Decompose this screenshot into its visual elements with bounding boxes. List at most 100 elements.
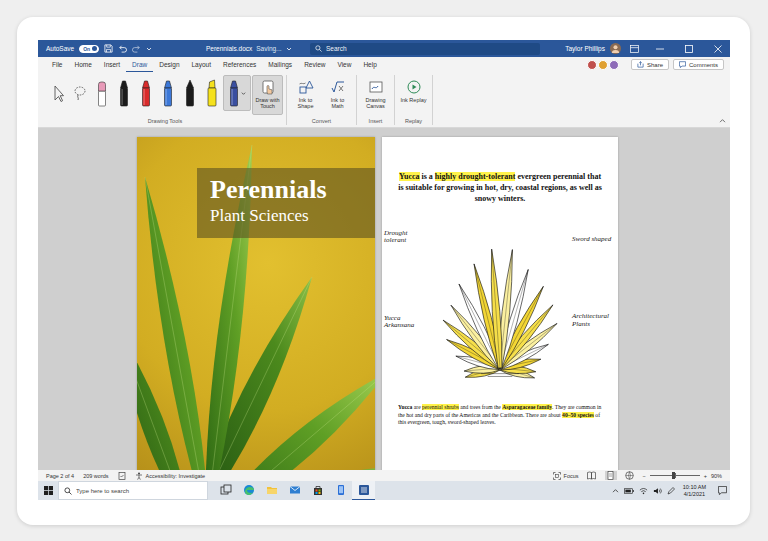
clock[interactable]: 10:10 AM4/1/2021 xyxy=(680,484,709,497)
ribbon-button[interactable]: Drawing Canvas xyxy=(360,75,391,115)
ribbon-button[interactable]: Ink to Math xyxy=(322,75,353,115)
menu-tab[interactable]: Insert xyxy=(98,57,126,72)
show-hidden-icons-icon[interactable] xyxy=(612,488,619,493)
zoom-in-button[interactable]: + xyxy=(704,473,707,479)
phone-taskbar-button[interactable] xyxy=(329,481,352,500)
notifications-button[interactable] xyxy=(714,486,730,495)
pen-icon xyxy=(140,78,152,108)
ribbon-group-label: Drawing Tools xyxy=(148,118,182,125)
customize-toolbar-chevron-icon[interactable] xyxy=(146,46,152,52)
body-run: and trees from the xyxy=(459,404,502,410)
battery-icon[interactable] xyxy=(624,488,634,494)
word-taskbar-button[interactable] xyxy=(352,481,375,500)
search-box[interactable] xyxy=(310,43,540,55)
taskbar-search[interactable] xyxy=(58,481,208,500)
minimize-button[interactable] xyxy=(648,40,672,57)
comments-button[interactable]: Comments xyxy=(673,59,724,70)
zoom-control: − +90% xyxy=(643,473,722,479)
body-run-text: and trees from the xyxy=(459,404,502,410)
clock-time: 10:10 AM xyxy=(683,484,706,490)
save-status: Saving... xyxy=(256,45,281,52)
ribbon-group-label: Convert xyxy=(312,118,331,125)
close-icon xyxy=(714,45,722,53)
ribbon-group-label: Insert xyxy=(369,118,383,125)
menu-tab[interactable]: View xyxy=(331,57,357,72)
search-input[interactable] xyxy=(326,44,535,54)
pencil-tool[interactable] xyxy=(179,75,200,111)
collaborator-avatar[interactable] xyxy=(598,60,608,70)
explorer-taskbar-button[interactable] xyxy=(260,481,283,500)
collaborator-avatar[interactable] xyxy=(587,60,597,70)
word-count[interactable]: 209 words xyxy=(83,473,108,479)
menu-tab[interactable]: File xyxy=(46,57,68,72)
pen-tool[interactable] xyxy=(135,75,156,111)
taskview-taskbar-button[interactable] xyxy=(214,481,237,500)
file-menu-chevron-icon[interactable] xyxy=(286,46,292,52)
network-icon[interactable] xyxy=(639,487,648,495)
menu-tab[interactable]: Review xyxy=(298,57,331,72)
redo-icon[interactable] xyxy=(132,44,141,53)
save-icon[interactable] xyxy=(104,44,113,53)
search-icon xyxy=(64,487,72,495)
focus-button[interactable]: Focus xyxy=(553,472,579,480)
ribbon-button-label: Ink Replay xyxy=(401,97,427,103)
pen-tool[interactable] xyxy=(157,75,178,111)
yucca-drawing: Drought tolerantYucca ArkansanaSword sha… xyxy=(382,208,618,384)
menu-tab[interactable]: Design xyxy=(153,57,185,72)
user-name[interactable]: Taylor Phillips xyxy=(565,45,605,52)
highlighter-tool[interactable] xyxy=(201,75,222,111)
edge-taskbar-button[interactable] xyxy=(237,481,260,500)
focus-icon xyxy=(553,472,561,480)
zoom-thumb[interactable] xyxy=(672,472,675,479)
cover-subtitle: Plant Sciences xyxy=(210,205,369,226)
print-view-button[interactable] xyxy=(605,471,617,480)
read-view-button[interactable] xyxy=(586,471,598,480)
screenshot-frame: AutoSaveOnPerennials.docxSaving...Taylor… xyxy=(17,17,750,525)
ribbon-button[interactable]: Draw with Touch xyxy=(252,75,283,115)
eraser-tool[interactable] xyxy=(91,75,112,111)
menu-tab[interactable]: Mailings xyxy=(262,57,298,72)
collapse-ribbon-icon[interactable] xyxy=(719,118,726,123)
menu-tab[interactable]: Home xyxy=(68,57,97,72)
windows-logo-icon xyxy=(44,486,53,495)
start-button[interactable] xyxy=(38,481,58,500)
menu-actions: Share Comments xyxy=(587,57,724,72)
user-avatar-icon[interactable] xyxy=(610,43,621,54)
pen-options-chevron-icon[interactable] xyxy=(241,91,246,96)
page-count[interactable]: Page 2 of 4 xyxy=(46,473,74,479)
store-taskbar-button[interactable] xyxy=(306,481,329,500)
close-button[interactable] xyxy=(706,40,730,57)
share-button[interactable]: Share xyxy=(631,59,669,70)
ribbon-button[interactable]: Ink to Shape xyxy=(290,75,321,115)
pen-tool[interactable] xyxy=(223,75,251,111)
taskbar-search-input[interactable] xyxy=(76,488,202,494)
zoom-slider[interactable] xyxy=(650,475,700,476)
proofing-icon[interactable] xyxy=(118,472,126,480)
ribbon-group: Ink to ShapeInk to Math Convert xyxy=(287,75,357,125)
pen-tool[interactable] xyxy=(113,75,134,111)
zoom-out-button[interactable]: − xyxy=(643,473,646,479)
collaborator-avatar[interactable] xyxy=(609,60,619,70)
mail-taskbar-button[interactable] xyxy=(283,481,306,500)
maximize-button[interactable] xyxy=(677,40,701,57)
zoom-level[interactable]: 90% xyxy=(711,473,722,479)
menu-tab[interactable]: Help xyxy=(357,57,382,72)
menu-tab[interactable]: Draw xyxy=(126,57,153,72)
menu-tab[interactable]: References xyxy=(217,57,262,72)
web-view-button[interactable] xyxy=(624,471,636,480)
volume-icon[interactable] xyxy=(653,487,662,495)
select-tool[interactable] xyxy=(47,75,68,111)
explorer-icon xyxy=(266,484,278,496)
intro-run: is a xyxy=(420,172,435,181)
accessibility-icon xyxy=(135,472,143,480)
menu-tab[interactable]: Layout xyxy=(186,57,218,72)
pen-workspace-icon[interactable] xyxy=(667,487,675,495)
autosave-toggle[interactable]: On xyxy=(79,45,99,53)
ribbon-button[interactable]: Ink Replay xyxy=(398,75,429,115)
lasso-tool[interactable] xyxy=(69,75,90,111)
accessibility-checker[interactable]: Accessibility: Investigate xyxy=(135,472,206,480)
ribbon-display-options-icon[interactable] xyxy=(630,45,639,53)
document-title[interactable]: Perennials.docxSaving... xyxy=(206,45,310,52)
body-run: Asparagaceae family xyxy=(502,404,552,410)
undo-icon[interactable] xyxy=(118,44,127,53)
